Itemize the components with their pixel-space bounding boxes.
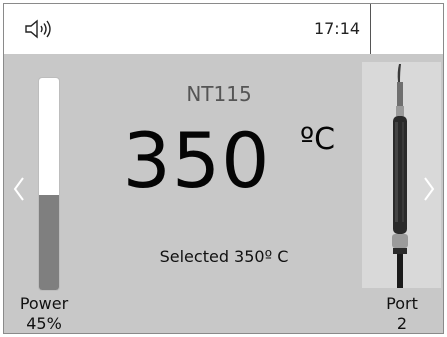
power-label: Power — [19, 294, 69, 313]
port-label: Port — [386, 294, 418, 313]
temperature-reading[interactable]: 350 — [114, 116, 279, 206]
power-bar — [39, 78, 59, 290]
status-bar: 17:14 — [4, 4, 443, 54]
power-indicator: Power 45% — [14, 294, 74, 334]
chevron-left-icon[interactable] — [12, 174, 26, 204]
divider — [370, 4, 371, 54]
power-value: 45% — [26, 314, 62, 333]
speaker-sound-icon[interactable] — [24, 19, 60, 39]
port-indicator: Port 2 — [364, 294, 440, 334]
chevron-right-icon[interactable] — [422, 174, 436, 204]
tool-model: NT115 — [186, 82, 252, 106]
station-screen: 17:14 Power 45% NT115 350 ºC Selected 35… — [3, 3, 444, 334]
power-bar-fill — [39, 194, 59, 290]
port-value: 2 — [396, 314, 408, 333]
temperature-unit: ºC — [300, 122, 336, 157]
clock-time: 17:14 — [313, 19, 361, 38]
selected-temperature: Selected 350º C — [159, 247, 289, 266]
main-panel: Power 45% NT115 350 ºC Selected 350º C P… — [4, 54, 443, 333]
